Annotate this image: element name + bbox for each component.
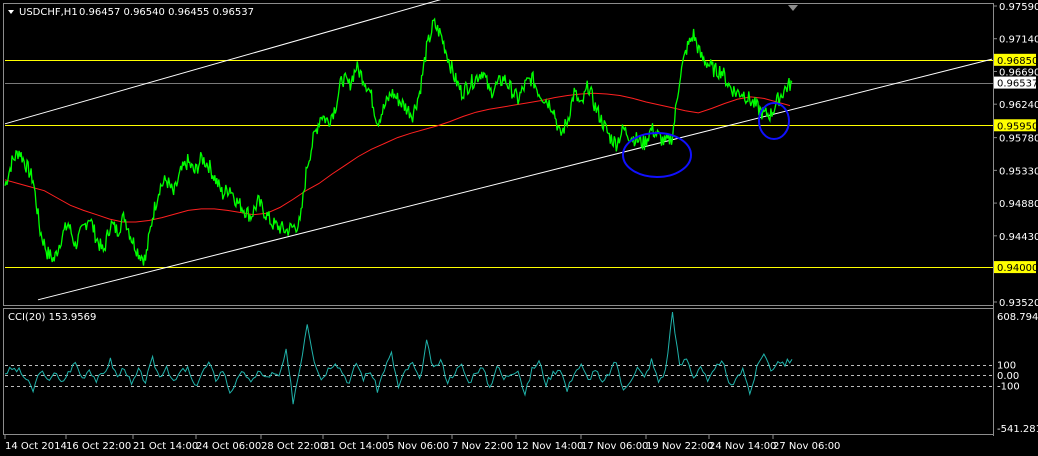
level-label-text: 0.95950 <box>997 121 1038 132</box>
time-tick-label: 17 Nov 06:00 <box>581 441 648 452</box>
time-tick-label: 5 Nov 06:00 <box>388 441 449 452</box>
time-tick-label: 14 Oct 2014 <box>5 441 67 452</box>
moving-average-line <box>4 92 791 223</box>
cci-scale-label: 608.7943 <box>997 312 1038 323</box>
chart-svg: 0.975900.971400.966900.962400.957800.953… <box>3 0 1038 452</box>
cci-title: CCI(20) 153.9569 <box>8 312 96 323</box>
cci-scale-label: 100 <box>997 361 1016 372</box>
cci-line <box>4 312 793 405</box>
cci-pane-frame <box>3 308 994 435</box>
price-tick-label: 0.93520 <box>999 298 1038 309</box>
price-tick-label: 0.97590 <box>999 2 1038 13</box>
time-tick-label: 24 Oct 06:00 <box>196 441 261 452</box>
price-tick-label: 0.95780 <box>999 134 1038 145</box>
price-tick-label: 0.94430 <box>999 232 1038 243</box>
ohlc-values: 0.96457 0.96540 0.96455 0.96537 <box>79 7 254 18</box>
price-tick-label: 0.96240 <box>999 100 1038 111</box>
current-price-label: 0.96537 <box>997 79 1038 90</box>
time-tick-label: 12 Nov 14:00 <box>516 441 583 452</box>
cci-scale-label: 0.00 <box>997 371 1019 382</box>
price-pane-frame <box>3 3 994 306</box>
chart-shift-marker-icon[interactable] <box>788 5 798 11</box>
price-tick-label: 0.95330 <box>999 166 1038 177</box>
time-tick-label: 16 Oct 22:00 <box>66 441 131 452</box>
symbol-label: USDCHF,H1 <box>19 7 78 18</box>
time-tick-label: 24 Nov 14:00 <box>709 441 776 452</box>
level-label-text: 0.94000 <box>997 263 1038 274</box>
cci-scale-label: -541.2811 <box>997 424 1038 435</box>
chart-window: 0.97590 0.97140 0.96690 0.96240 0.95780 0.953… <box>0 0 1038 456</box>
time-tick-label: 27 Nov 06:00 <box>773 441 840 452</box>
annotation-ellipse-right <box>758 102 790 140</box>
symbol-menu-arrow-icon[interactable] <box>8 10 14 14</box>
time-tick-label: 19 Nov 22:00 <box>646 441 713 452</box>
time-tick-label: 7 Nov 22:00 <box>452 441 513 452</box>
channel-lower-line <box>37 58 993 301</box>
time-tick-label: 31 Oct 14:00 <box>323 441 388 452</box>
time-tick-label: 21 Oct 14:00 <box>133 441 198 452</box>
price-tick-label: 0.94880 <box>999 199 1038 210</box>
cci-scale-label: -100 <box>997 382 1020 393</box>
level-label-text: 0.96850 <box>997 56 1038 67</box>
price-tick-label: 0.97140 <box>999 35 1038 46</box>
price-line <box>4 17 793 266</box>
time-tick-label: 28 Oct 22:00 <box>261 441 326 452</box>
annotation-ellipse-left <box>622 132 692 178</box>
